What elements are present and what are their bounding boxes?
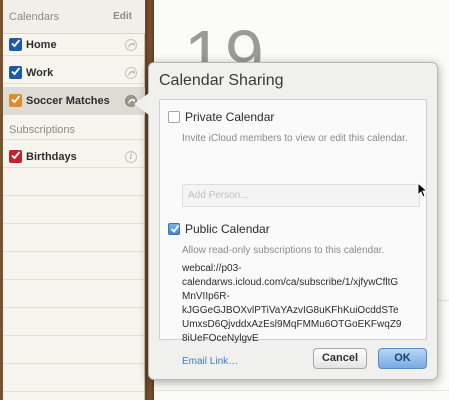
home-checkbox[interactable]	[9, 38, 22, 51]
add-person-input[interactable]	[183, 185, 419, 206]
url-line: webcal://p03-	[182, 263, 242, 274]
sidebar-item-label: Birthdays	[26, 151, 77, 163]
share-icon[interactable]	[125, 39, 137, 51]
ok-button[interactable]: OK	[378, 348, 427, 369]
private-calendar-description: Invite iCloud members to view or edit th…	[182, 133, 408, 144]
email-link[interactable]: Email Link…	[182, 356, 238, 367]
cancel-button[interactable]: Cancel	[313, 348, 367, 369]
private-calendar-label: Private Calendar	[185, 110, 275, 124]
url-line: kJGGeGJBOXvlPTiVaYAzvIG8uKFhKuiOcddSTe	[182, 305, 399, 316]
work-checkbox[interactable]	[9, 66, 22, 79]
url-line: UmxsD6QjvddxAzEsl9MqFMMu6OTGoEKFwqZ9	[182, 319, 402, 330]
sharing-options-panel: Private Calendar Invite iCloud members t…	[159, 99, 427, 367]
url-line: 8iUeFOceNylgvE	[182, 333, 259, 344]
public-calendar-description: Allow read-only subscriptions to this ca…	[182, 245, 385, 256]
calendars-heading: Calendars	[9, 11, 60, 23]
sidebar-item-home[interactable]: Home	[3, 31, 145, 59]
calendar-sharing-popover: Calendar Sharing Private Calendar Invite…	[148, 62, 438, 380]
add-person-field[interactable]	[182, 184, 420, 207]
public-calendar-checkbox[interactable]	[168, 223, 180, 235]
sidebar-item-label: Work	[26, 67, 54, 79]
private-calendar-checkbox[interactable]	[168, 111, 180, 123]
divider	[154, 390, 449, 391]
edit-button[interactable]: Edit	[113, 11, 132, 22]
sidebar-item-soccer-matches[interactable]: Soccer Matches	[3, 87, 145, 115]
birthdays-checkbox[interactable]	[9, 150, 22, 163]
info-icon[interactable]: i	[125, 151, 137, 163]
subscriptions-heading: Subscriptions	[9, 124, 76, 136]
popover-arrow	[134, 93, 149, 115]
sidebar-item-work[interactable]: Work	[3, 59, 145, 87]
popover-title: Calendar Sharing	[159, 72, 284, 89]
subscription-url[interactable]: webcal://p03- calendarws.icloud.com/ca/s…	[182, 262, 426, 346]
sidebar-item-label: Home	[26, 39, 57, 51]
sidebar-item-label: Soccer Matches	[26, 95, 110, 107]
public-calendar-label: Public Calendar	[185, 222, 270, 236]
url-line: calendarws.icloud.com/ca/subscribe/1/xjf…	[182, 277, 399, 288]
url-line: MnVIIp6R-	[182, 291, 230, 302]
sidebar-header: Calendars Edit	[3, 0, 145, 34]
sidebar-item-birthdays[interactable]: Birthdays i	[3, 143, 145, 171]
soccer-matches-checkbox[interactable]	[9, 94, 22, 107]
share-icon[interactable]	[125, 67, 137, 79]
calendar-sidebar: Calendars Edit Home Work Soccer Matches …	[3, 0, 145, 400]
mouse-pointer-icon	[417, 182, 427, 198]
